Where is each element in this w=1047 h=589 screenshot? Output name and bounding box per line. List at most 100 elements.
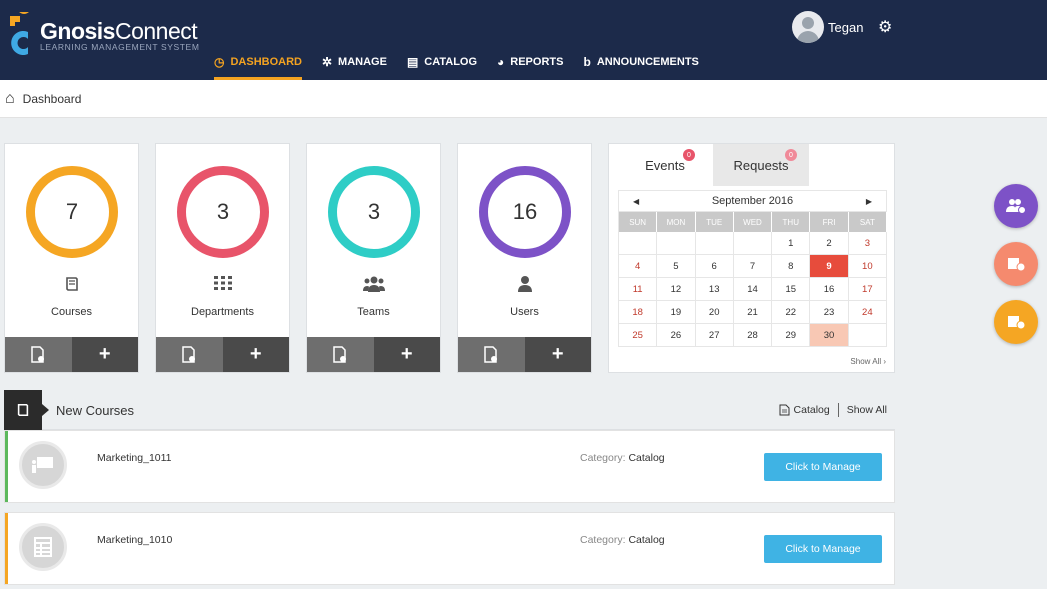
calendar-day[interactable]: 20	[695, 301, 734, 324]
add-course-button[interactable]: +	[71, 337, 138, 372]
brand-name[interactable]: GnosisConnect	[40, 18, 198, 45]
fab-course-approval[interactable]	[994, 242, 1038, 286]
users-count-ring: 16	[479, 166, 571, 258]
nav-announcements[interactable]: b ANNOUNCEMENTS	[583, 55, 698, 80]
calendar-day[interactable]: 3	[848, 232, 887, 255]
announcements-icon: b	[583, 55, 591, 69]
calendar-day[interactable]: 1	[772, 232, 811, 255]
calendar-day[interactable]: 24	[848, 301, 887, 324]
nav-manage[interactable]: ✲ MANAGE	[322, 55, 387, 80]
teams-report-button[interactable]	[307, 337, 374, 372]
calendar-day[interactable]: 28	[733, 324, 773, 347]
calendar-header: ◀ September 2016 ▶	[618, 190, 887, 212]
user-avatar[interactable]	[792, 11, 824, 43]
calendar-day[interactable]: 18	[619, 301, 658, 324]
events-badge: 0	[683, 149, 695, 161]
nav-catalog-label: CATALOG	[424, 56, 478, 68]
catalog-link[interactable]: Catalog	[779, 404, 830, 416]
calendar-day[interactable]: 10	[848, 255, 887, 278]
nav-catalog[interactable]: ▤ CATALOG	[407, 55, 477, 80]
calendar-day[interactable]: 5	[657, 255, 696, 278]
courses-report-button[interactable]	[5, 337, 72, 372]
stat-card-users: 16 Users +	[457, 143, 592, 373]
calendar-day[interactable]: 6	[695, 255, 734, 278]
calendar-day[interactable]: 8	[772, 255, 811, 278]
grid-icon	[156, 276, 289, 295]
course-category-label: Category:	[580, 534, 626, 546]
calendar-day[interactable]: 16	[810, 278, 849, 301]
departments-actions: +	[156, 337, 289, 372]
book-icon	[5, 276, 138, 297]
nav-dashboard[interactable]: ◷ DASHBOARD	[214, 55, 302, 80]
courses-actions: +	[5, 337, 138, 372]
add-user-button[interactable]: +	[524, 337, 591, 372]
user-name[interactable]: Tegan	[828, 20, 863, 35]
plus-icon: +	[400, 343, 413, 365]
calendar-day[interactable]: 17	[848, 278, 887, 301]
tab-requests[interactable]: Requests 0	[713, 144, 809, 186]
calendar-show-all-link[interactable]: Show All ›	[850, 357, 886, 366]
calendar-day[interactable]: 25	[619, 324, 658, 347]
calendar-day[interactable]: 27	[695, 324, 734, 347]
course-assign-icon	[1008, 316, 1025, 330]
requests-badge: 0	[785, 149, 797, 161]
tab-events[interactable]: Events 0	[617, 144, 713, 186]
dashboard-icon: ◷	[214, 55, 225, 69]
calendar-day[interactable]: 11	[619, 278, 658, 301]
nav-reports[interactable]: ◕ REPORTS	[497, 55, 563, 80]
users-report-button[interactable]	[458, 337, 525, 372]
calendar-day[interactable]: 26	[657, 324, 696, 347]
new-courses-title: New Courses	[56, 403, 135, 418]
team-icon	[307, 276, 440, 297]
calendar-day[interactable]: 4	[619, 255, 658, 278]
calendar-day[interactable]: 30	[810, 324, 849, 347]
courses-label: Courses	[51, 306, 92, 318]
calendar-empty-cell	[657, 232, 696, 255]
calendar-panel: Events 0 Requests 0 ◀ September 2016 ▶ S…	[608, 143, 895, 373]
calendar-day[interactable]: 12	[657, 278, 696, 301]
add-department-button[interactable]: +	[222, 337, 289, 372]
spreadsheet-icon	[19, 523, 67, 571]
course-accent	[5, 431, 8, 502]
fab-users-add[interactable]	[994, 184, 1038, 228]
calendar-day[interactable]: 7	[733, 255, 773, 278]
departments-report-button[interactable]	[156, 337, 223, 372]
next-month-icon[interactable]: ▶	[866, 197, 872, 206]
calendar-day[interactable]: 2	[810, 232, 849, 255]
gear-icon[interactable]: ⚙	[878, 17, 892, 37]
calendar-day[interactable]: 29	[772, 324, 811, 347]
catalog-link-label: Catalog	[793, 404, 830, 416]
course-category-label: Category:	[580, 452, 626, 464]
calendar-empty-cell	[848, 324, 887, 347]
course-name[interactable]: Marketing_1010	[97, 534, 172, 546]
calendar-day[interactable]: 19	[657, 301, 696, 324]
fab-course-assign[interactable]	[994, 300, 1038, 344]
plus-icon: +	[98, 343, 111, 365]
document-settings-icon	[31, 345, 45, 363]
course-accent	[5, 513, 8, 584]
user-icon	[458, 276, 591, 297]
calendar-day[interactable]: 13	[695, 278, 734, 301]
calendar-day[interactable]: 23	[810, 301, 849, 324]
users-label: Users	[510, 306, 539, 318]
click-to-manage-button[interactable]: Click to Manage	[764, 453, 882, 481]
weekday-header: FRI	[810, 212, 849, 232]
calendar-day[interactable]: 15	[772, 278, 811, 301]
new-courses-links: Catalog Show All	[779, 403, 887, 417]
courses-count-ring: 7	[26, 166, 118, 258]
calendar-day[interactable]: 21	[733, 301, 773, 324]
prev-month-icon[interactable]: ◀	[633, 197, 639, 206]
calendar-day[interactable]: 9	[810, 255, 849, 278]
calendar-tabs: Events 0 Requests 0	[617, 144, 809, 186]
gnosis-logo[interactable]	[6, 12, 36, 56]
breadcrumb-current: Dashboard	[22, 91, 82, 106]
click-to-manage-button[interactable]: Click to Manage	[764, 535, 882, 563]
tab-events-label: Events	[645, 157, 685, 173]
home-icon[interactable]: ⌂	[5, 90, 15, 108]
presentation-icon	[19, 441, 67, 489]
course-name[interactable]: Marketing_1011	[97, 452, 172, 464]
calendar-day[interactable]: 22	[772, 301, 811, 324]
calendar-day[interactable]: 14	[733, 278, 773, 301]
show-all-link[interactable]: Show All	[847, 404, 887, 416]
add-team-button[interactable]: +	[373, 337, 440, 372]
